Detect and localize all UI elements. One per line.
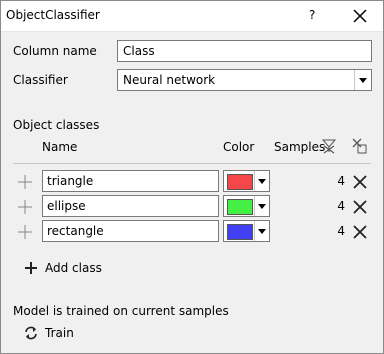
object-classifier-dialog: ObjectClassifier ? Column name Class Cla…: [0, 0, 384, 354]
color-swatch: [227, 199, 253, 215]
help-button[interactable]: ?: [309, 8, 315, 22]
chevron-down-icon[interactable]: [254, 221, 269, 241]
samples-column-header: Samples: [274, 140, 326, 154]
classifier-select-value: Neural network: [123, 73, 216, 87]
class-name-input[interactable]: ellipse: [42, 195, 219, 217]
delete-class-icon[interactable]: [351, 198, 369, 216]
refresh-icon[interactable]: [23, 325, 39, 341]
window-title: ObjectClassifier: [6, 8, 100, 22]
class-row-ellipse: ellipse 4: [1, 195, 383, 219]
drag-handle-icon[interactable]: [17, 174, 33, 190]
object-classes-label: Object classes: [13, 118, 100, 132]
color-column-header: Color: [223, 140, 255, 154]
delete-all-icon[interactable]: [352, 138, 368, 154]
class-color-select[interactable]: [223, 170, 270, 192]
sample-count: 4: [337, 199, 345, 213]
drag-handle-icon[interactable]: [17, 224, 33, 240]
name-column-header: Name: [42, 140, 78, 154]
sample-count: 4: [337, 174, 345, 188]
header-divider: [13, 163, 371, 164]
chevron-down-icon[interactable]: [354, 70, 371, 90]
class-name-input[interactable]: triangle: [42, 170, 219, 192]
color-swatch: [227, 174, 253, 190]
delete-class-icon[interactable]: [351, 173, 369, 191]
dialog-content: Column name Class Classifier Neural netw…: [1, 32, 383, 353]
model-status-text: Model is trained on current samples: [13, 304, 229, 318]
classifier-select[interactable]: Neural network: [117, 69, 372, 91]
sample-count: 4: [337, 224, 345, 238]
train-button[interactable]: Train: [45, 326, 74, 340]
chevron-down-icon[interactable]: [254, 171, 269, 191]
delete-class-icon[interactable]: [351, 223, 369, 241]
column-name-input[interactable]: Class: [117, 40, 372, 62]
column-name-label: Column name: [13, 44, 97, 58]
class-color-select[interactable]: [223, 220, 270, 242]
class-name-input[interactable]: rectangle: [42, 220, 219, 242]
class-row-triangle: triangle 4: [1, 170, 383, 194]
chevron-down-icon[interactable]: [254, 196, 269, 216]
color-swatch: [227, 224, 253, 240]
title-bar: ObjectClassifier ?: [1, 1, 383, 32]
close-icon[interactable]: [348, 4, 372, 28]
class-row-rectangle: rectangle 4: [1, 220, 383, 244]
drag-handle-icon[interactable]: [17, 199, 33, 215]
add-class-button[interactable]: Add class: [45, 261, 102, 275]
class-color-select[interactable]: [223, 195, 270, 217]
plus-icon[interactable]: [23, 260, 39, 276]
clear-filter-icon[interactable]: [321, 138, 337, 154]
classifier-label: Classifier: [13, 73, 68, 87]
